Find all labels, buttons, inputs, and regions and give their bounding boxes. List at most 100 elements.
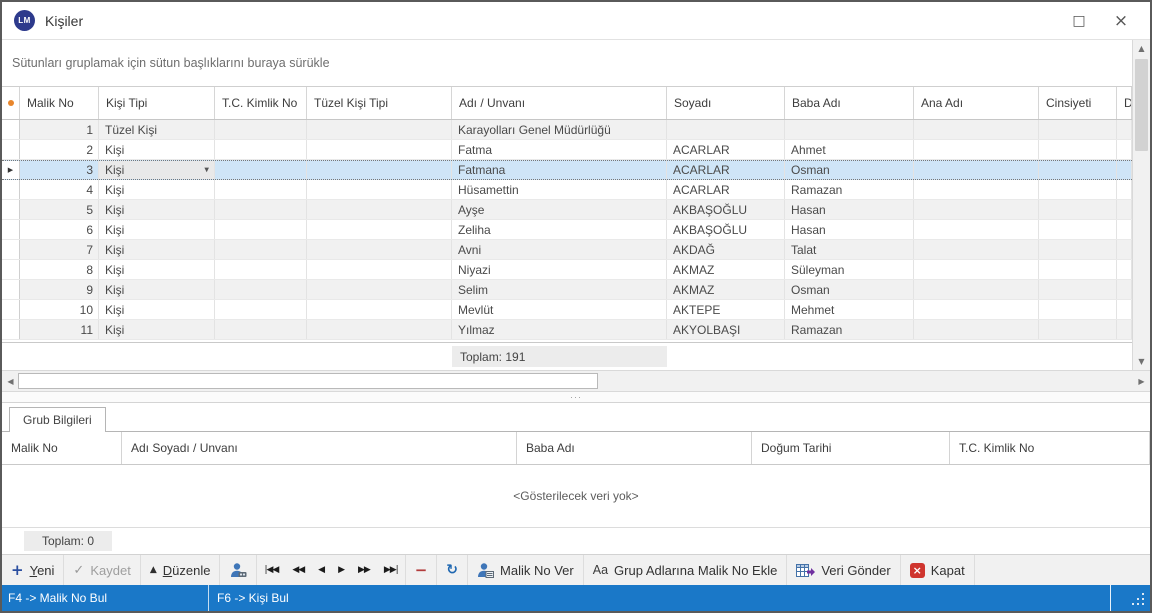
cell-ana-adi[interactable]: [914, 120, 1039, 139]
cell-adi-unvani[interactable]: Zeliha: [452, 220, 667, 239]
cell-dogum-tarihi[interactable]: [1117, 200, 1132, 219]
cell-malik-no[interactable]: 6: [20, 220, 99, 239]
cell-baba-adi[interactable]: Hasan: [785, 200, 914, 219]
detail-column-header-dogum-tarihi[interactable]: Doğum Tarihi: [752, 432, 950, 464]
cell-adi-unvani[interactable]: Ayşe: [452, 200, 667, 219]
cell-dogum-tarihi[interactable]: [1117, 280, 1132, 299]
cell-cinsiyeti[interactable]: [1039, 320, 1117, 339]
cell-baba-adi[interactable]: [785, 120, 914, 139]
cell-dogum-tarihi[interactable]: [1117, 220, 1132, 239]
panel-splitter[interactable]: ···: [2, 392, 1150, 403]
cell-kisi-tipi[interactable]: Kişi: [99, 300, 215, 319]
horizontal-scrollbar-thumb[interactable]: [18, 373, 598, 389]
table-row[interactable]: ▶3Kişi▼FatmanaACARLAROsman: [2, 160, 1132, 180]
vertical-scrollbar[interactable]: ▲ ▼: [1132, 40, 1150, 370]
malik-no-ver-button[interactable]: Malik No Ver: [468, 555, 584, 585]
cell-soyadi[interactable]: ACARLAR: [667, 161, 785, 179]
cell-cinsiyeti[interactable]: [1039, 300, 1117, 319]
table-row[interactable]: 1Tüzel KişiKarayolları Genel Müdürlüğü: [2, 120, 1132, 140]
scroll-down-icon[interactable]: ▼: [1133, 353, 1150, 370]
cell-tuzel-kisi-tipi[interactable]: [307, 300, 452, 319]
column-header-tuzel-kisi-tipi[interactable]: Tüzel Kişi Tipi: [307, 87, 452, 119]
cell-adi-unvani[interactable]: Niyazi: [452, 260, 667, 279]
cell-tc-kimlik-no[interactable]: [215, 161, 307, 179]
cell-ana-adi[interactable]: [914, 161, 1039, 179]
cell-tuzel-kisi-tipi[interactable]: [307, 161, 452, 179]
cell-tc-kimlik-no[interactable]: [215, 120, 307, 139]
cell-soyadi[interactable]: AKMAZ: [667, 280, 785, 299]
cell-ana-adi[interactable]: [914, 200, 1039, 219]
nav-prev-button[interactable]: ◀: [311, 555, 331, 585]
cell-tuzel-kisi-tipi[interactable]: [307, 200, 452, 219]
cell-baba-adi[interactable]: Ramazan: [785, 320, 914, 339]
tab-grub-bilgileri[interactable]: Grub Bilgileri: [9, 407, 106, 432]
cell-ana-adi[interactable]: [914, 220, 1039, 239]
cell-adi-unvani[interactable]: Fatmana: [452, 161, 667, 179]
cell-soyadi[interactable]: AKMAZ: [667, 260, 785, 279]
cell-tc-kimlik-no[interactable]: [215, 240, 307, 259]
refresh-button[interactable]: ↻: [437, 555, 468, 585]
column-header-dogum-tarihi[interactable]: Doğum Tarihi: [1117, 87, 1132, 119]
cell-adi-unvani[interactable]: Yılmaz: [452, 320, 667, 339]
cell-kisi-tipi[interactable]: Kişi: [99, 260, 215, 279]
cell-tuzel-kisi-tipi[interactable]: [307, 120, 452, 139]
cell-kisi-tipi[interactable]: Kişi: [99, 320, 215, 339]
cell-tc-kimlik-no[interactable]: [215, 200, 307, 219]
cell-malik-no[interactable]: 8: [20, 260, 99, 279]
column-header-kisi-tipi[interactable]: Kişi Tipi: [99, 87, 215, 119]
yeni-button[interactable]: + Yeni: [2, 555, 64, 585]
cell-tuzel-kisi-tipi[interactable]: [307, 140, 452, 159]
table-row[interactable]: 6Kişi ZelihaAKBAŞOĞLUHasan: [2, 220, 1132, 240]
column-header-soyadi[interactable]: Soyadı: [667, 87, 785, 119]
close-button[interactable]: ×: [1100, 6, 1142, 36]
cell-dogum-tarihi[interactable]: [1117, 120, 1132, 139]
cell-malik-no[interactable]: 4: [20, 180, 99, 199]
detail-column-header-baba-adi[interactable]: Baba Adı: [517, 432, 752, 464]
cell-kisi-tipi[interactable]: Tüzel Kişi: [99, 120, 215, 139]
cell-kisi-tipi[interactable]: Kişi: [99, 220, 215, 239]
column-header-baba-adi[interactable]: Baba Adı: [785, 87, 914, 119]
kapat-button[interactable]: × Kapat: [901, 555, 975, 585]
scroll-left-icon[interactable]: ◀: [2, 371, 19, 391]
cell-soyadi[interactable]: AKBAŞOĞLU: [667, 220, 785, 239]
nav-next-button[interactable]: ▶: [331, 555, 351, 585]
group-by-panel[interactable]: Sütunları gruplamak için sütun başlıklar…: [2, 40, 1132, 86]
column-header-tc-kimlik-no[interactable]: T.C. Kimlik No: [215, 87, 307, 119]
cell-baba-adi[interactable]: Hasan: [785, 220, 914, 239]
scroll-right-icon[interactable]: ▶: [1133, 371, 1150, 391]
cell-dogum-tarihi[interactable]: [1117, 320, 1132, 339]
cell-adi-unvani[interactable]: Avni: [452, 240, 667, 259]
detail-column-header-adi-soyadi-unvani[interactable]: Adı Soyadı / Unvanı: [122, 432, 517, 464]
table-row[interactable]: 2KişiFatmaACARLARAhmet: [2, 140, 1132, 160]
cell-baba-adi[interactable]: Talat: [785, 240, 914, 259]
cell-tuzel-kisi-tipi[interactable]: [307, 180, 452, 199]
cell-dogum-tarihi[interactable]: [1117, 140, 1132, 159]
cell-malik-no[interactable]: 3: [20, 161, 99, 179]
cell-adi-unvani[interactable]: Mevlüt: [452, 300, 667, 319]
cell-soyadi[interactable]: AKYOLBAŞI: [667, 320, 785, 339]
cell-malik-no[interactable]: 10: [20, 300, 99, 319]
cell-cinsiyeti[interactable]: [1039, 120, 1117, 139]
person-search-button[interactable]: [220, 555, 257, 585]
nav-first-button[interactable]: |◀◀: [257, 555, 285, 585]
cell-ana-adi[interactable]: [914, 180, 1039, 199]
cell-tc-kimlik-no[interactable]: [215, 280, 307, 299]
cell-tc-kimlik-no[interactable]: [215, 220, 307, 239]
column-header-cinsiyeti[interactable]: Cinsiyeti: [1039, 87, 1117, 119]
cell-cinsiyeti[interactable]: [1039, 140, 1117, 159]
cell-ana-adi[interactable]: [914, 280, 1039, 299]
cell-adi-unvani[interactable]: Karayolları Genel Müdürlüğü: [452, 120, 667, 139]
nav-prev-page-button[interactable]: ◀◀: [285, 555, 311, 585]
cell-soyadi[interactable]: [667, 120, 785, 139]
maximize-button[interactable]: □: [1058, 6, 1100, 36]
cell-ana-adi[interactable]: [914, 140, 1039, 159]
cell-malik-no[interactable]: 11: [20, 320, 99, 339]
table-row[interactable]: 4KişiHüsamettinACARLARRamazan: [2, 180, 1132, 200]
veri-gonder-button[interactable]: Veri Gönder: [787, 555, 900, 585]
cell-dogum-tarihi[interactable]: [1117, 161, 1132, 179]
cell-malik-no[interactable]: 2: [20, 140, 99, 159]
cell-soyadi[interactable]: AKBAŞOĞLU: [667, 200, 785, 219]
cell-adi-unvani[interactable]: Fatma: [452, 140, 667, 159]
detail-column-header-tc-kimlik-no[interactable]: T.C. Kimlik No: [950, 432, 1150, 464]
column-header-malik-no[interactable]: Malik No: [20, 87, 99, 119]
